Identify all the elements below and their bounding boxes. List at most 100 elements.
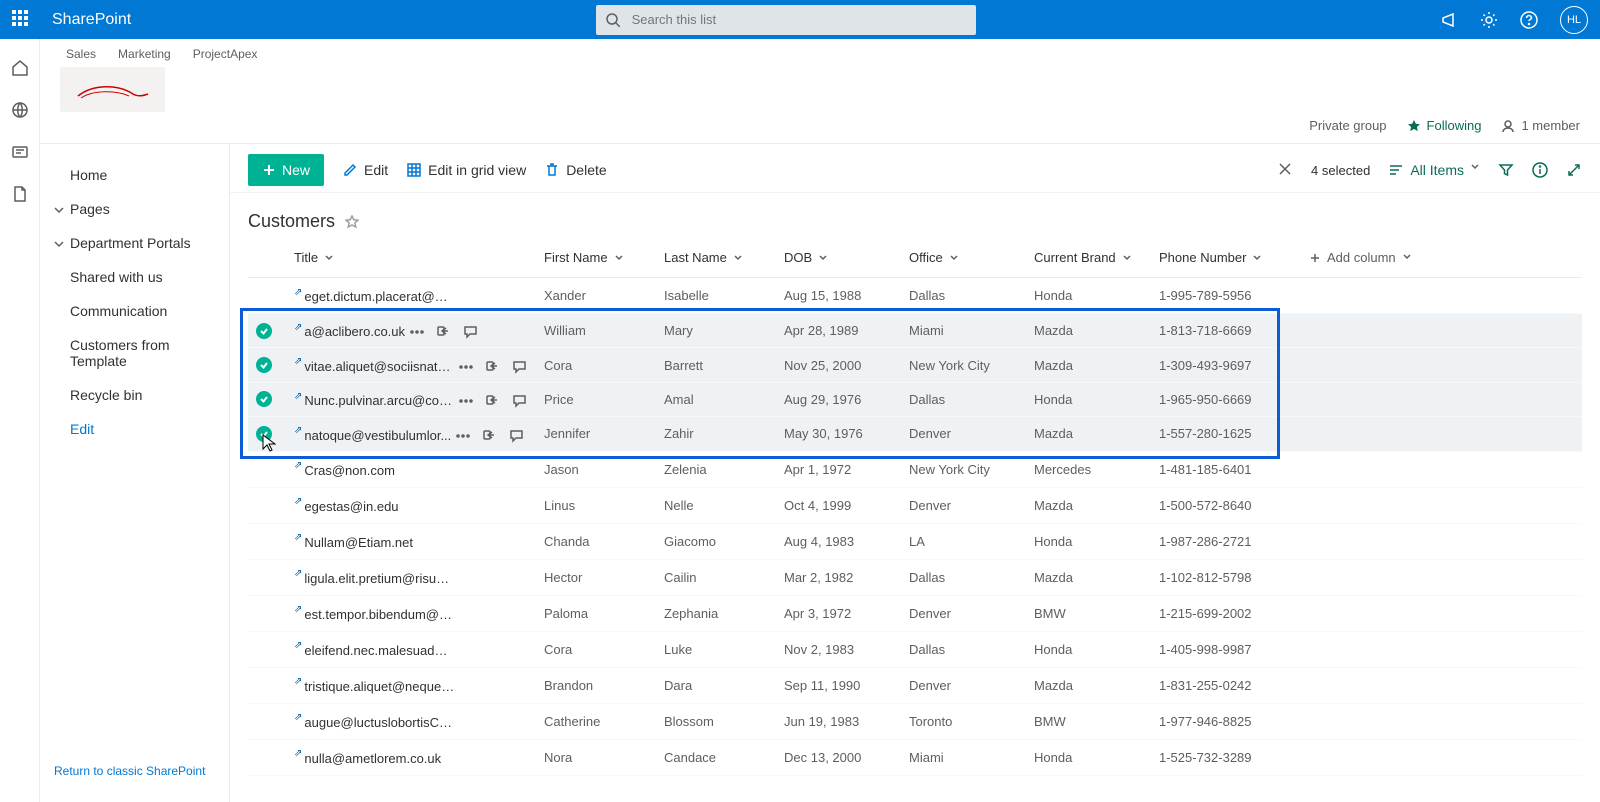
row-checkbox[interactable] bbox=[256, 748, 272, 764]
more-icon[interactable] bbox=[458, 393, 473, 408]
site-logo[interactable] bbox=[60, 67, 165, 112]
row-checkbox[interactable] bbox=[256, 286, 272, 302]
expand-icon[interactable] bbox=[1566, 162, 1582, 178]
site-header: Sales Marketing ProjectApex bbox=[40, 39, 1600, 112]
avatar[interactable]: HL bbox=[1560, 6, 1588, 34]
new-label: New bbox=[282, 162, 310, 178]
comment-icon[interactable] bbox=[512, 393, 527, 408]
more-icon[interactable] bbox=[455, 428, 470, 443]
more-icon[interactable] bbox=[458, 359, 473, 374]
globe-icon[interactable] bbox=[11, 101, 29, 119]
gear-icon[interactable] bbox=[1480, 11, 1498, 29]
table-row[interactable]: ⇗vitae.aliquet@sociisnato... CoraBarrett… bbox=[248, 348, 1582, 382]
megaphone-icon[interactable] bbox=[1440, 11, 1458, 29]
title-cell[interactable]: vitae.aliquet@sociisnato... bbox=[304, 359, 454, 374]
table-row[interactable]: ⇗ligula.elit.pretium@risus.ca HectorCail… bbox=[248, 559, 1582, 595]
title-cell[interactable]: nulla@ametlorem.co.uk bbox=[304, 751, 441, 766]
nav-customers-from-template[interactable]: Customers from Template bbox=[40, 328, 229, 378]
table-row[interactable]: ⇗eget.dictum.placerat@mattis.ca XanderIs… bbox=[248, 278, 1582, 314]
nav-home[interactable]: Home bbox=[40, 158, 229, 192]
nav-department-portals[interactable]: Department Portals bbox=[40, 226, 229, 260]
follow-button[interactable]: Following bbox=[1407, 118, 1482, 133]
nav-recycle-bin[interactable]: Recycle bin bbox=[40, 378, 229, 412]
help-icon[interactable] bbox=[1520, 11, 1538, 29]
table-row[interactable]: ⇗est.tempor.bibendum@neccursusa.com Palo… bbox=[248, 595, 1582, 631]
members-button[interactable]: 1 member bbox=[1501, 118, 1580, 133]
comment-icon[interactable] bbox=[512, 359, 527, 374]
row-checkbox[interactable] bbox=[256, 357, 272, 373]
title-cell[interactable]: est.tempor.bibendum@neccursusa.com bbox=[304, 607, 454, 622]
filter-icon[interactable] bbox=[1498, 162, 1514, 178]
row-checkbox[interactable] bbox=[256, 712, 272, 728]
title-cell[interactable]: augue@luctuslobortisClass.co.uk bbox=[304, 715, 454, 730]
col-first-name[interactable]: First Name bbox=[536, 238, 656, 278]
file-icon[interactable] bbox=[11, 185, 29, 203]
nav-communication[interactable]: Communication bbox=[40, 294, 229, 328]
tab-sales[interactable]: Sales bbox=[66, 47, 96, 61]
col-dob[interactable]: DOB bbox=[776, 238, 901, 278]
clear-selection-button[interactable] bbox=[1277, 161, 1293, 180]
delete-button[interactable]: Delete bbox=[544, 162, 606, 178]
info-icon[interactable] bbox=[1532, 162, 1548, 178]
table-row[interactable]: ⇗Nullam@Etiam.net ChandaGiacomoAug 4, 19… bbox=[248, 523, 1582, 559]
share-icon[interactable] bbox=[482, 428, 497, 443]
title-cell[interactable]: eleifend.nec.malesuada@atrisus.ca bbox=[304, 643, 454, 658]
table-row[interactable]: ⇗Cras@non.com JasonZeleniaApr 1, 1972New… bbox=[248, 451, 1582, 487]
title-cell[interactable]: eget.dictum.placerat@mattis.ca bbox=[304, 289, 454, 304]
col-current-brand[interactable]: Current Brand bbox=[1026, 238, 1151, 278]
row-checkbox[interactable] bbox=[256, 391, 272, 407]
comment-icon[interactable] bbox=[463, 324, 478, 339]
row-checkbox[interactable] bbox=[256, 568, 272, 584]
row-checkbox[interactable] bbox=[256, 604, 272, 620]
table-row[interactable]: ⇗tristique.aliquet@neque.co.uk BrandonDa… bbox=[248, 667, 1582, 703]
title-cell[interactable]: tristique.aliquet@neque.co.uk bbox=[304, 679, 454, 694]
more-icon[interactable] bbox=[409, 324, 424, 339]
table-row[interactable]: ⇗eleifend.nec.malesuada@atrisus.ca CoraL… bbox=[248, 631, 1582, 667]
share-icon[interactable] bbox=[485, 393, 500, 408]
search-input[interactable] bbox=[630, 11, 966, 28]
title-cell[interactable]: ligula.elit.pretium@risus.ca bbox=[304, 571, 454, 586]
table-row[interactable]: ⇗Nunc.pulvinar.arcu@con... PriceAmalAug … bbox=[248, 382, 1582, 416]
tab-marketing[interactable]: Marketing bbox=[118, 47, 171, 61]
return-classic-link[interactable]: Return to classic SharePoint bbox=[40, 754, 229, 788]
row-checkbox[interactable] bbox=[256, 532, 272, 548]
row-checkbox[interactable] bbox=[256, 676, 272, 692]
table-row[interactable]: ⇗a@aclibero.co.uk WilliamMaryApr 28, 198… bbox=[248, 314, 1582, 348]
row-checkbox[interactable] bbox=[256, 426, 272, 442]
nav-pages[interactable]: Pages bbox=[40, 192, 229, 226]
row-checkbox[interactable] bbox=[256, 460, 272, 476]
table-row[interactable]: ⇗nulla@ametlorem.co.uk NoraCandaceDec 13… bbox=[248, 739, 1582, 775]
tab-projectapex[interactable]: ProjectApex bbox=[193, 47, 258, 61]
table-row[interactable]: ⇗egestas@in.edu LinusNelleOct 4, 1999Den… bbox=[248, 487, 1582, 523]
home-icon[interactable] bbox=[11, 59, 29, 77]
row-checkbox[interactable] bbox=[256, 323, 272, 339]
row-checkbox[interactable] bbox=[256, 640, 272, 656]
title-cell[interactable]: egestas@in.edu bbox=[304, 499, 398, 514]
search-box[interactable] bbox=[596, 5, 976, 35]
row-checkbox[interactable] bbox=[256, 496, 272, 512]
nav-shared-with-us[interactable]: Shared with us bbox=[40, 260, 229, 294]
share-icon[interactable] bbox=[485, 359, 500, 374]
title-cell[interactable]: Cras@non.com bbox=[304, 463, 395, 478]
edit-button[interactable]: Edit bbox=[342, 162, 388, 178]
title-cell[interactable]: Nullam@Etiam.net bbox=[304, 535, 413, 550]
col-last-name[interactable]: Last Name bbox=[656, 238, 776, 278]
col-office[interactable]: Office bbox=[901, 238, 1026, 278]
title-cell[interactable]: Nunc.pulvinar.arcu@con... bbox=[304, 393, 454, 408]
edit-grid-button[interactable]: Edit in grid view bbox=[406, 162, 526, 178]
table-row[interactable]: ⇗augue@luctuslobortisClass.co.uk Catheri… bbox=[248, 703, 1582, 739]
comment-icon[interactable] bbox=[509, 428, 524, 443]
col-title[interactable]: Title bbox=[286, 238, 536, 278]
share-icon[interactable] bbox=[436, 324, 451, 339]
add-column-button[interactable]: Add column bbox=[1301, 238, 1582, 278]
col-phone-number[interactable]: Phone Number bbox=[1151, 238, 1301, 278]
new-button[interactable]: New bbox=[248, 154, 324, 186]
nav-edit[interactable]: Edit bbox=[40, 412, 229, 446]
title-cell[interactable]: natoque@vestibulumlor... bbox=[304, 428, 451, 443]
title-cell[interactable]: a@aclibero.co.uk bbox=[304, 324, 405, 339]
view-selector[interactable]: All Items bbox=[1388, 162, 1480, 178]
favorite-star-icon[interactable] bbox=[345, 215, 359, 229]
news-icon[interactable] bbox=[11, 143, 29, 161]
table-row[interactable]: ⇗natoque@vestibulumlor... JenniferZahirM… bbox=[248, 417, 1582, 451]
app-launcher-icon[interactable] bbox=[12, 10, 32, 30]
